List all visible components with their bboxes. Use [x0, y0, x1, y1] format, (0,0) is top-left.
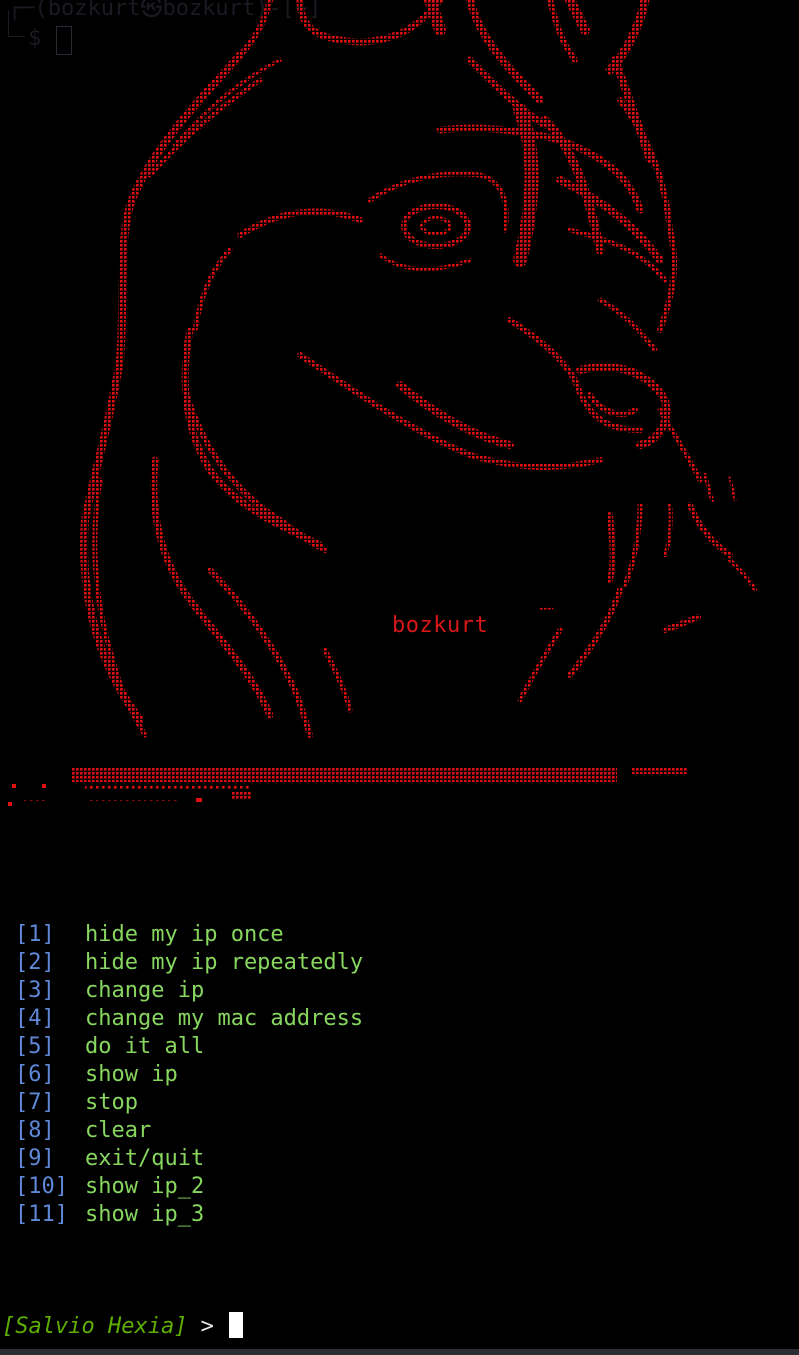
menu-label: show ip — [85, 1062, 178, 1087]
window-bottom-border — [0, 1349, 799, 1355]
menu-label: clear — [85, 1118, 152, 1143]
command-prompt[interactable]: [Salvio Hexia] > — [2, 1312, 244, 1341]
ascii-base-bar — [8, 768, 687, 806]
menu-item-8[interactable]: [8] clear — [15, 1117, 363, 1145]
menu-item-5[interactable]: [5] do it all — [15, 1033, 363, 1061]
menu-item-2[interactable]: [2] hide my ip repeatedly — [15, 949, 363, 977]
menu-key: [2] — [15, 950, 55, 975]
menu-item-11[interactable]: [11] show ip_3 — [15, 1201, 363, 1229]
menu-key: [9] — [15, 1146, 55, 1171]
menu-label: stop — [85, 1090, 138, 1115]
menu-item-6[interactable]: [6] show ip — [15, 1061, 363, 1089]
menu-item-3[interactable]: [3] change ip — [15, 977, 363, 1005]
wolf-ascii-art — [8, 0, 757, 806]
menu-key: [4] — [15, 1006, 55, 1031]
menu-key: [7] — [15, 1090, 55, 1115]
menu-label: do it all — [85, 1034, 205, 1059]
cursor-block-icon[interactable] — [229, 1312, 244, 1338]
menu-key: [8] — [15, 1118, 55, 1143]
menu-label: show ip_3 — [85, 1202, 205, 1227]
menu-label: hide my ip once — [85, 922, 284, 947]
menu-key: [6] — [15, 1062, 55, 1087]
prompt-arrow: > — [187, 1314, 228, 1339]
menu-key: [11] — [15, 1202, 68, 1227]
options-menu: [1] hide my ip once [2] hide my ip repeate… — [15, 921, 363, 1229]
menu-key: [5] — [15, 1034, 55, 1059]
prompt-name: [Salvio Hexia] — [2, 1314, 188, 1339]
menu-item-10[interactable]: [10] show ip_2 — [15, 1173, 363, 1201]
menu-label: change ip — [85, 978, 205, 1003]
menu-item-9[interactable]: [9] exit/quit — [15, 1145, 363, 1173]
menu-item-1[interactable]: [1] hide my ip once — [15, 921, 363, 949]
terminal-window[interactable]: ┌─(bozkurt㉿bozkurt)-[~] $ bozkurt [1] hi… — [0, 0, 799, 1349]
banner-title: bozkurt — [392, 613, 489, 638]
menu-key: [10] — [15, 1174, 68, 1199]
menu-key: [1] — [15, 922, 55, 947]
menu-item-4[interactable]: [4] change my mac address — [15, 1005, 363, 1033]
menu-label: exit/quit — [85, 1146, 205, 1171]
menu-item-7[interactable]: [7] stop — [15, 1089, 363, 1117]
menu-label: hide my ip repeatedly — [85, 950, 364, 975]
menu-label: change my mac address — [85, 1006, 364, 1031]
menu-key: [3] — [15, 978, 55, 1003]
menu-label: show ip_2 — [85, 1174, 205, 1199]
